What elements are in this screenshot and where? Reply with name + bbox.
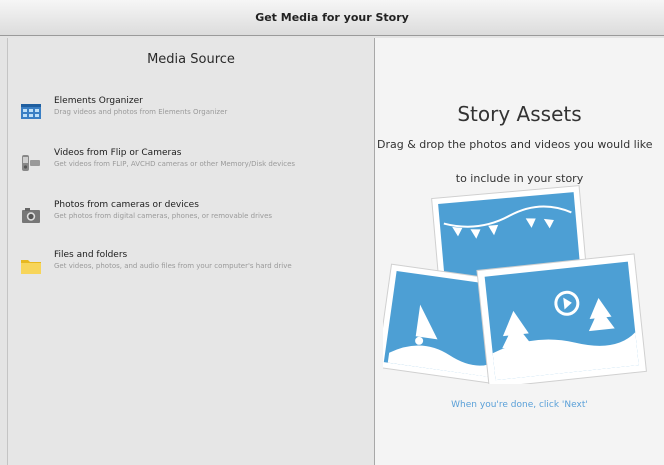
source-item-cameras-devices[interactable]: Photos from cameras or devices Get photo… (18, 200, 368, 236)
source-item-title: Elements Organizer (54, 96, 143, 106)
source-item-title: Videos from Flip or Cameras (54, 148, 182, 158)
source-item-flip-cameras[interactable]: Videos from Flip or Cameras Get videos f… (18, 148, 368, 184)
organizer-icon (21, 104, 41, 119)
camcorder-icon (22, 155, 40, 171)
source-item-description: Get photos from digital cameras, phones,… (54, 212, 273, 220)
source-item-description: Get videos from FLIP, AVCHD cameras or o… (54, 160, 296, 168)
source-item-files-folders[interactable]: Files and folders Get videos, photos, an… (18, 250, 368, 286)
story-assets-instruction: Drag & drop the photos and videos you wo… (377, 138, 653, 151)
source-item-title: Photos from cameras or devices (54, 200, 199, 210)
photos-illustration (383, 185, 647, 384)
story-assets-title: Story Assets (457, 102, 582, 126)
window-title: Get Media for your Story (255, 11, 409, 24)
source-item-elements-organizer[interactable]: Elements Organizer Drag videos and photo… (18, 96, 368, 132)
media-source-title: Media Source (147, 52, 235, 67)
source-item-title: Files and folders (54, 250, 128, 260)
story-assets-drop-zone[interactable]: Story Assets Drag & drop the photos and … (375, 38, 664, 465)
source-item-description: Get videos, photos, and audio files from… (54, 262, 292, 270)
camera-icon (22, 208, 40, 223)
media-source-panel: Media Source Elements Organizer Drag vid… (7, 38, 375, 465)
folder-icon (21, 260, 41, 274)
done-hint: When you're done, click 'Next' (451, 400, 588, 410)
source-item-description: Drag videos and photos from Elements Org… (54, 108, 228, 116)
title-bar: Get Media for your Story (0, 0, 664, 36)
